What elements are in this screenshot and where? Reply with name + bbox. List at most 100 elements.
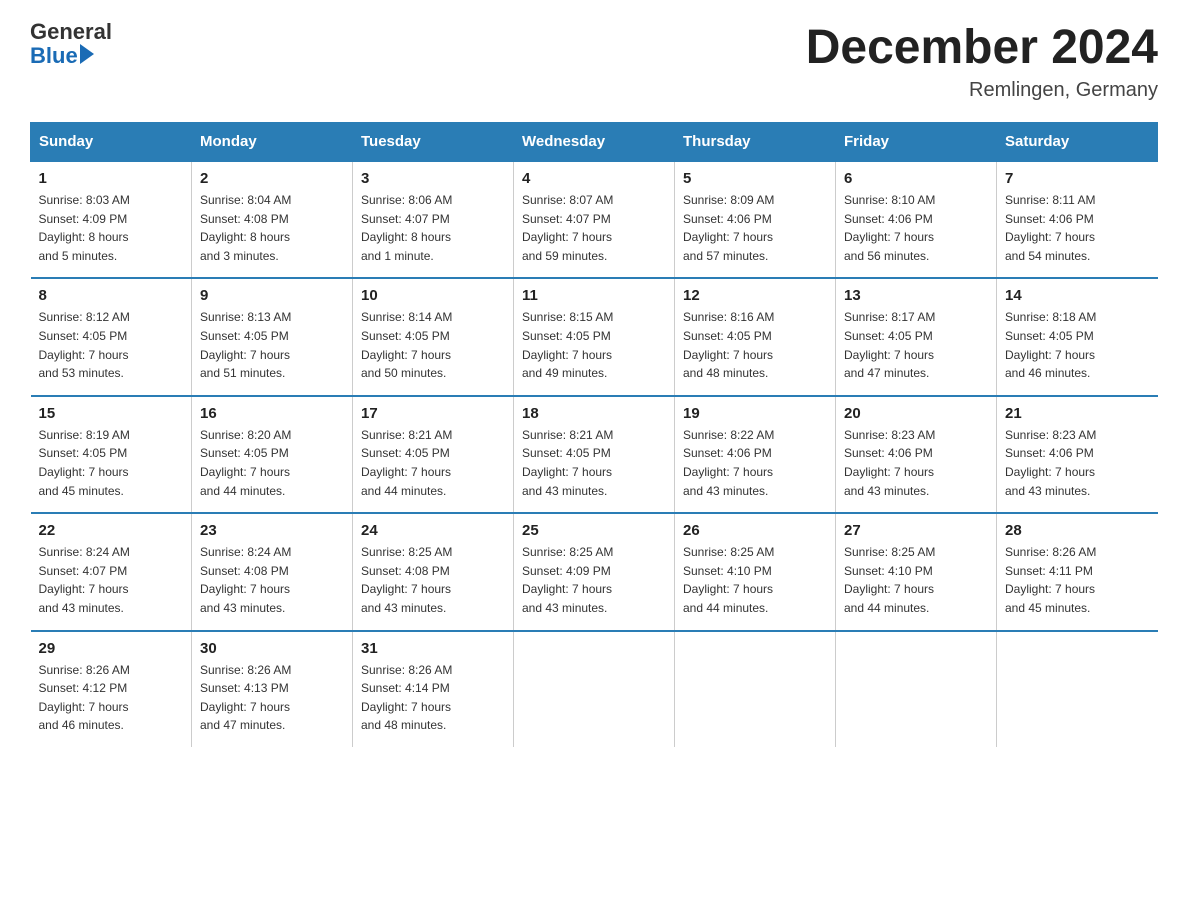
calendar-cell: 28 Sunrise: 8:26 AM Sunset: 4:11 PM Dayli… — [997, 513, 1158, 630]
day-number: 12 — [683, 287, 827, 304]
day-info: Sunrise: 8:21 AM Sunset: 4:05 PM Dayligh… — [361, 426, 505, 500]
day-number: 28 — [1005, 522, 1150, 539]
day-info: Sunrise: 8:22 AM Sunset: 4:06 PM Dayligh… — [683, 426, 827, 500]
calendar-cell: 4 Sunrise: 8:07 AM Sunset: 4:07 PM Daylig… — [514, 161, 675, 278]
day-number: 30 — [200, 640, 344, 657]
day-number: 3 — [361, 170, 505, 187]
day-info: Sunrise: 8:24 AM Sunset: 4:08 PM Dayligh… — [200, 543, 344, 617]
day-info: Sunrise: 8:24 AM Sunset: 4:07 PM Dayligh… — [39, 543, 184, 617]
day-number: 24 — [361, 522, 505, 539]
calendar-cell: 9 Sunrise: 8:13 AM Sunset: 4:05 PM Daylig… — [192, 278, 353, 395]
calendar-cell: 17 Sunrise: 8:21 AM Sunset: 4:05 PM Dayli… — [353, 396, 514, 513]
calendar-cell: 25 Sunrise: 8:25 AM Sunset: 4:09 PM Dayli… — [514, 513, 675, 630]
day-number: 31 — [361, 640, 505, 657]
day-info: Sunrise: 8:09 AM Sunset: 4:06 PM Dayligh… — [683, 191, 827, 265]
day-info: Sunrise: 8:16 AM Sunset: 4:05 PM Dayligh… — [683, 308, 827, 382]
calendar-cell: 21Sunrise: 8:23 AM Sunset: 4:06 PM Dayli… — [997, 396, 1158, 513]
day-number: 17 — [361, 405, 505, 422]
day-number: 14 — [1005, 287, 1150, 304]
day-info: Sunrise: 8:26 AM Sunset: 4:14 PM Dayligh… — [361, 661, 505, 735]
location: Remlingen, Germany — [806, 79, 1158, 102]
day-info: Sunrise: 8:25 AM Sunset: 4:09 PM Dayligh… — [522, 543, 666, 617]
calendar-cell: 22 Sunrise: 8:24 AM Sunset: 4:07 PM Dayli… — [31, 513, 192, 630]
calendar-cell: 24 Sunrise: 8:25 AM Sunset: 4:08 PM Dayli… — [353, 513, 514, 630]
month-title: December 2024 — [806, 20, 1158, 75]
day-number: 26 — [683, 522, 827, 539]
calendar-cell: 8 Sunrise: 8:12 AM Sunset: 4:05 PM Daylig… — [31, 278, 192, 395]
calendar-cell: 6 Sunrise: 8:10 AM Sunset: 4:06 PM Daylig… — [836, 161, 997, 278]
column-header-sunday: Sunday — [31, 123, 192, 162]
day-info: Sunrise: 8:19 AM Sunset: 4:05 PM Dayligh… — [39, 426, 184, 500]
logo-blue: Blue — [30, 44, 78, 68]
day-number: 8 — [39, 287, 184, 304]
day-number: 20 — [844, 405, 988, 422]
calendar-week-3: 15 Sunrise: 8:19 AM Sunset: 4:05 PM Dayli… — [31, 396, 1158, 513]
calendar-cell: 18Sunrise: 8:21 AM Sunset: 4:05 PM Dayli… — [514, 396, 675, 513]
day-info: Sunrise: 8:11 AM Sunset: 4:06 PM Dayligh… — [1005, 191, 1150, 265]
day-number: 27 — [844, 522, 988, 539]
calendar-cell: 7Sunrise: 8:11 AM Sunset: 4:06 PM Daylig… — [997, 161, 1158, 278]
calendar-cell: 14 Sunrise: 8:18 AM Sunset: 4:05 PM Dayli… — [997, 278, 1158, 395]
column-header-monday: Monday — [192, 123, 353, 162]
calendar-cell: 27Sunrise: 8:25 AM Sunset: 4:10 PM Dayli… — [836, 513, 997, 630]
logo: General Blue — [30, 20, 112, 68]
calendar-cell — [514, 631, 675, 747]
day-info: Sunrise: 8:06 AM Sunset: 4:07 PM Dayligh… — [361, 191, 505, 265]
calendar-cell — [836, 631, 997, 747]
title-section: December 2024 Remlingen, Germany — [806, 20, 1158, 102]
calendar-cell: 15 Sunrise: 8:19 AM Sunset: 4:05 PM Dayli… — [31, 396, 192, 513]
calendar-cell: 1 Sunrise: 8:03 AM Sunset: 4:09 PM Daylig… — [31, 161, 192, 278]
day-info: Sunrise: 8:15 AM Sunset: 4:05 PM Dayligh… — [522, 308, 666, 382]
day-info: Sunrise: 8:21 AM Sunset: 4:05 PM Dayligh… — [522, 426, 666, 500]
calendar-cell: 12 Sunrise: 8:16 AM Sunset: 4:05 PM Dayli… — [675, 278, 836, 395]
day-info: Sunrise: 8:14 AM Sunset: 4:05 PM Dayligh… — [361, 308, 505, 382]
calendar-cell — [675, 631, 836, 747]
day-info: Sunrise: 8:25 AM Sunset: 4:10 PM Dayligh… — [683, 543, 827, 617]
day-info: Sunrise: 8:17 AM Sunset: 4:05 PM Dayligh… — [844, 308, 988, 382]
calendar-cell: 5 Sunrise: 8:09 AM Sunset: 4:06 PM Daylig… — [675, 161, 836, 278]
column-header-tuesday: Tuesday — [353, 123, 514, 162]
day-number: 16 — [200, 405, 344, 422]
calendar-cell: 13 Sunrise: 8:17 AM Sunset: 4:05 PM Dayli… — [836, 278, 997, 395]
day-info: Sunrise: 8:25 AM Sunset: 4:08 PM Dayligh… — [361, 543, 505, 617]
calendar-cell: 26 Sunrise: 8:25 AM Sunset: 4:10 PM Dayli… — [675, 513, 836, 630]
day-info: Sunrise: 8:26 AM Sunset: 4:11 PM Dayligh… — [1005, 543, 1150, 617]
day-info: Sunrise: 8:03 AM Sunset: 4:09 PM Dayligh… — [39, 191, 184, 265]
day-number: 19 — [683, 405, 827, 422]
calendar-cell: 31 Sunrise: 8:26 AM Sunset: 4:14 PM Dayli… — [353, 631, 514, 747]
calendar-cell: 20 Sunrise: 8:23 AM Sunset: 4:06 PM Dayli… — [836, 396, 997, 513]
day-number: 5 — [683, 170, 827, 187]
day-number: 4 — [522, 170, 666, 187]
day-number: 15 — [39, 405, 184, 422]
column-header-friday: Friday — [836, 123, 997, 162]
day-info: Sunrise: 8:18 AM Sunset: 4:05 PM Dayligh… — [1005, 308, 1150, 382]
calendar-table: SundayMondayTuesdayWednesdayThursdayFrid… — [30, 122, 1158, 747]
calendar-cell: 10Sunrise: 8:14 AM Sunset: 4:05 PM Dayli… — [353, 278, 514, 395]
day-info: Sunrise: 8:04 AM Sunset: 4:08 PM Dayligh… — [200, 191, 344, 265]
day-info: Sunrise: 8:26 AM Sunset: 4:13 PM Dayligh… — [200, 661, 344, 735]
logo-general: General — [30, 20, 112, 44]
day-number: 1 — [39, 170, 184, 187]
day-info: Sunrise: 8:10 AM Sunset: 4:06 PM Dayligh… — [844, 191, 988, 265]
calendar-cell: 2 Sunrise: 8:04 AM Sunset: 4:08 PM Daylig… — [192, 161, 353, 278]
day-number: 9 — [200, 287, 344, 304]
calendar-week-2: 8 Sunrise: 8:12 AM Sunset: 4:05 PM Daylig… — [31, 278, 1158, 395]
calendar-cell: 11 Sunrise: 8:15 AM Sunset: 4:05 PM Dayli… — [514, 278, 675, 395]
day-number: 23 — [200, 522, 344, 539]
day-number: 13 — [844, 287, 988, 304]
day-info: Sunrise: 8:07 AM Sunset: 4:07 PM Dayligh… — [522, 191, 666, 265]
day-number: 21 — [1005, 405, 1150, 422]
calendar-cell: 3 Sunrise: 8:06 AM Sunset: 4:07 PM Daylig… — [353, 161, 514, 278]
day-info: Sunrise: 8:13 AM Sunset: 4:05 PM Dayligh… — [200, 308, 344, 382]
page-header: General Blue December 2024 Remlingen, Ge… — [30, 20, 1158, 102]
calendar-week-1: 1 Sunrise: 8:03 AM Sunset: 4:09 PM Daylig… — [31, 161, 1158, 278]
day-number: 6 — [844, 170, 988, 187]
column-header-thursday: Thursday — [675, 123, 836, 162]
day-number: 2 — [200, 170, 344, 187]
logo-arrow-icon — [80, 44, 94, 64]
day-number: 25 — [522, 522, 666, 539]
day-info: Sunrise: 8:12 AM Sunset: 4:05 PM Dayligh… — [39, 308, 184, 382]
day-number: 22 — [39, 522, 184, 539]
day-number: 11 — [522, 287, 666, 304]
day-info: Sunrise: 8:23 AM Sunset: 4:06 PM Dayligh… — [844, 426, 988, 500]
